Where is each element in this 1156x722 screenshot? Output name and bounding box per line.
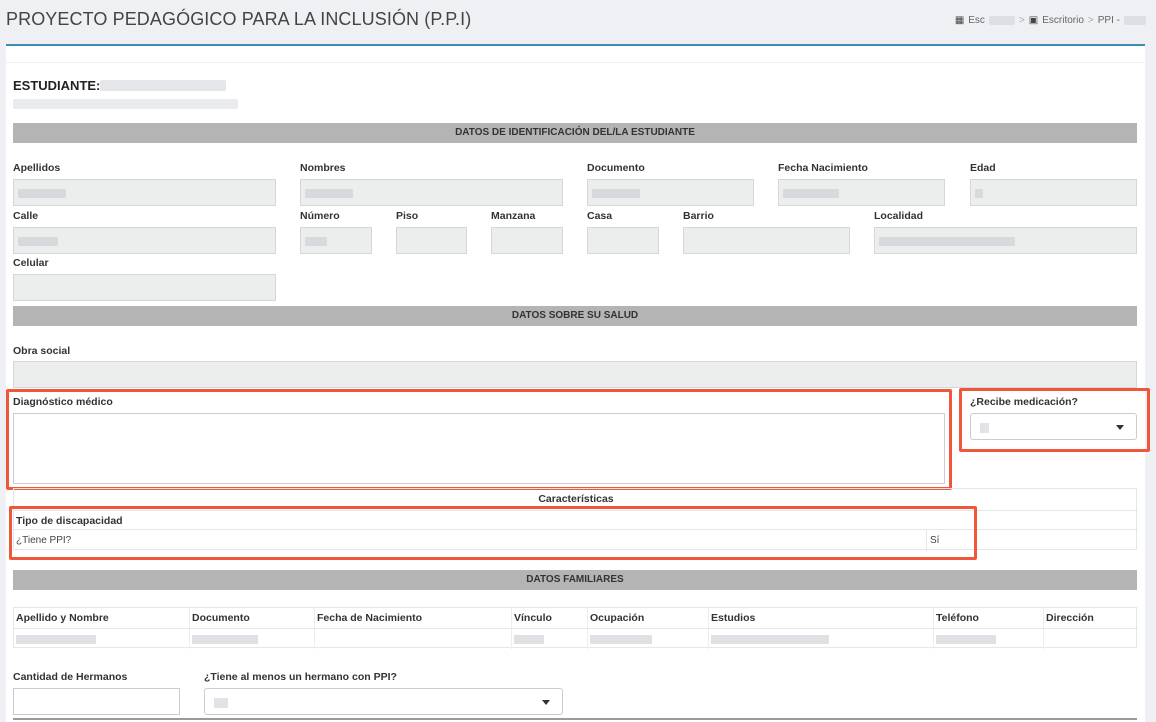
nombres-field[interactable] [300,179,563,206]
page-title: PROYECTO PEDAGÓGICO PARA LA INCLUSIÓN (P… [6,9,472,29]
manzana-field[interactable] [491,227,563,254]
piso-label: Piso [396,210,419,222]
redacted-ppi-id [1124,16,1146,25]
calle-field[interactable] [13,227,276,254]
numero-field[interactable] [300,227,372,254]
piso-field[interactable] [396,227,467,254]
col-apellido-nombre: Apellido y Nombre [16,612,109,624]
localidad-label: Localidad [874,210,924,222]
barrio-field[interactable] [683,227,850,254]
col-fecha-nacimiento: Fecha de Nacimiento [317,612,423,624]
col-vinculo: Vínculo [514,612,552,624]
redacted-select-value [214,698,228,708]
nombres-label: Nombres [300,162,346,174]
breadcrumb-school[interactable]: Esc [968,15,985,26]
page-header: PROYECTO PEDAGÓGICO PARA LA INCLUSIÓN (P… [0,0,1156,44]
hermano-ppi-select[interactable] [204,688,563,715]
casa-label: Casa [587,210,613,222]
breadcrumb: ▦ Esc > ▣ Escritorio > PPI - [955,15,1146,26]
characteristics-title: Características [538,493,614,505]
section-family: DATOS FAMILIARES [13,570,1137,590]
cantidad-hermanos-label: Cantidad de Hermanos [13,671,128,683]
col-telefono: Teléfono [936,612,979,624]
col-direccion: Dirección [1046,612,1094,624]
celular-label: Celular [13,257,49,269]
medicacion-highlight [959,388,1150,452]
celular-field[interactable] [13,274,276,301]
col-estudios: Estudios [711,612,756,624]
documento-label: Documento [587,162,645,174]
section-health: DATOS SOBRE SU SALUD [13,306,1137,326]
building-icon: ▦ [954,15,965,26]
card-divider [6,62,1145,63]
numero-label: Número [300,210,340,222]
section-identification: DATOS DE IDENTIFICACIÓN DEL/LA ESTUDIANT… [13,123,1137,143]
col-documento: Documento [192,612,250,624]
breadcrumb-desk[interactable]: Escritorio [1042,15,1084,26]
breadcrumb-separator: > [1087,15,1094,26]
redacted-student-name [100,80,226,91]
chevron-down-icon [542,700,550,705]
apellidos-field[interactable] [13,179,276,206]
fecha-nacimiento-field[interactable] [778,179,945,206]
hermano-ppi-label: ¿Tiene al menos un hermano con PPI? [204,671,397,683]
obra-social-field[interactable] [13,361,1137,388]
student-label: ESTUDIANTE: [13,78,101,93]
breadcrumb-ppi: PPI - [1097,15,1120,26]
redacted-student-info [13,99,238,109]
breadcrumb-separator: > [1018,15,1025,26]
localidad-field[interactable] [874,227,1137,254]
table-row [14,628,1138,648]
diagnostico-highlight [6,389,952,490]
apellidos-label: Apellidos [13,162,61,174]
casa-field[interactable] [587,227,659,254]
documento-field[interactable] [587,179,754,206]
fecha-nacimiento-label: Fecha Nacimiento [778,162,868,174]
edad-field[interactable] [970,179,1137,206]
section-divider [13,718,1137,720]
edad-label: Edad [970,162,996,174]
redacted-school-name [988,16,1015,25]
cantidad-hermanos-field[interactable] [13,688,180,715]
col-ocupacion: Ocupación [590,612,645,624]
obra-social-label: Obra social [13,345,71,357]
barrio-label: Barrio [683,210,714,222]
calle-label: Calle [13,210,39,222]
characteristics-highlight [9,506,977,560]
desk-icon: ▣ [1028,15,1039,26]
family-table: Apellido y Nombre Documento Fecha de Nac… [13,607,1138,649]
manzana-label: Manzana [491,210,536,222]
